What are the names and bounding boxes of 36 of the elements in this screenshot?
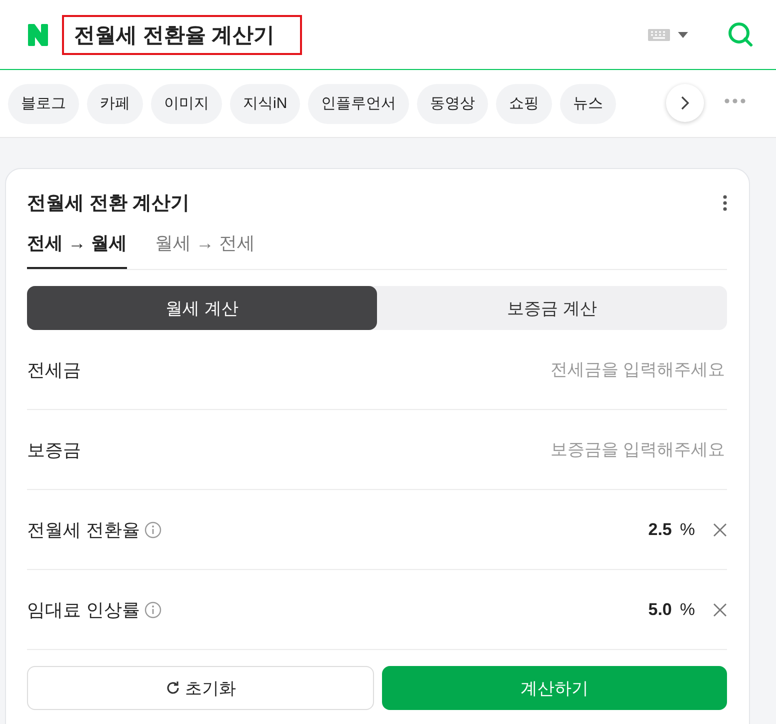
rate-value: 2.5 — [648, 520, 672, 540]
caret-icon[interactable] — [678, 32, 688, 38]
field-label: 보증금 — [27, 438, 81, 462]
tab[interactable]: 월세 → 전세 — [155, 225, 256, 269]
close-icon[interactable] — [713, 522, 727, 536]
unit-label: % — [680, 600, 695, 620]
field-label: 전세금 — [27, 358, 81, 382]
chevron-icon — [680, 96, 690, 110]
refresh-icon — [165, 680, 181, 696]
tab[interactable]: 전세 → 월세 — [27, 225, 128, 269]
segment-button[interactable]: 보증금 계산 — [377, 286, 727, 330]
field-label: 전월세 전환율 — [27, 518, 140, 542]
close-icon[interactable] — [713, 602, 727, 616]
card-title: 전월세 전환 계산기 — [27, 192, 190, 216]
input-field[interactable]: 보증금을 입력해주세요 — [85, 438, 727, 460]
kebab-menu-icon[interactable] — [723, 195, 727, 211]
category-chip[interactable]: 카페 — [87, 84, 143, 124]
category-chip[interactable]: 쇼핑 — [496, 84, 552, 124]
unit-label: % — [680, 520, 695, 540]
category-chip[interactable]: 뉴스 — [560, 84, 616, 124]
category-chip[interactable]: 동영상 — [417, 84, 488, 124]
category-chip[interactable]: 이미지 — [151, 84, 222, 124]
keyboard-icon[interactable] — [648, 28, 670, 40]
info-icon[interactable] — [144, 520, 162, 538]
category-chip[interactable]: 블로그 — [8, 84, 79, 124]
category-chip[interactable]: 지식iN — [230, 84, 300, 124]
search-field[interactable]: 전월세 전환율 계산기 — [62, 14, 302, 54]
reset-button[interactable]: 초기화 — [27, 666, 374, 710]
rate-value: 5.0 — [648, 600, 672, 620]
segment-button[interactable]: 월세 계산 — [27, 286, 377, 330]
category-chip[interactable]: 인플루언서 — [308, 84, 410, 124]
field-label: 임대료 인상률 — [27, 598, 140, 622]
info-icon[interactable] — [144, 600, 162, 618]
next-button[interactable] — [666, 84, 704, 122]
input-field[interactable]: 전세금을 입력해주세요 — [85, 358, 727, 380]
more-icon[interactable] — [724, 98, 746, 104]
